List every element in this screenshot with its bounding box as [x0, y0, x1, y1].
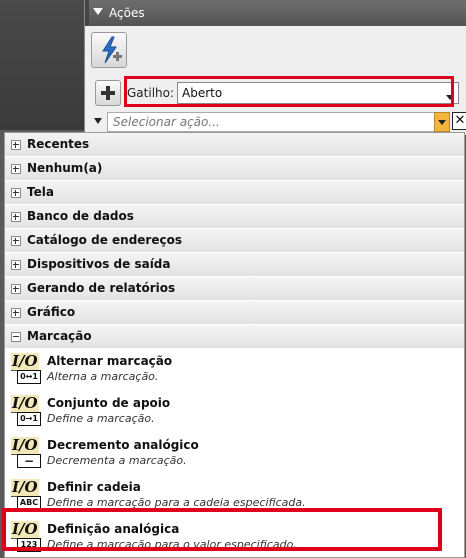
- item-desc: Alterna a marcação.: [47, 370, 159, 383]
- expand-plus-icon[interactable]: [11, 212, 21, 222]
- action-row: Selecionar ação... ✕: [89, 111, 466, 132]
- highlight-selected-item: [2, 508, 442, 551]
- category-label: Catálogo de endereços: [27, 233, 182, 247]
- category-label: Banco de dados: [27, 209, 134, 223]
- io-set-icon: I/O 0→1: [9, 395, 43, 426]
- lightning-plus-icon: [102, 36, 122, 64]
- action-dropdown-list: Recentes Nenhum(a) Tela Banco de dados C…: [4, 132, 465, 558]
- expand-plus-icon[interactable]: [11, 236, 21, 246]
- panel-title: Ações: [109, 6, 145, 20]
- left-background: [0, 0, 85, 130]
- category-relatorios[interactable]: Gerando de relatórios: [5, 277, 464, 301]
- expand-plus-icon[interactable]: [11, 164, 21, 174]
- collapse-minus-icon[interactable]: [11, 332, 21, 342]
- expand-plus-icon[interactable]: [11, 188, 21, 198]
- item-name: Decremento analógico: [47, 438, 199, 452]
- add-trigger-button[interactable]: [95, 80, 121, 106]
- highlight-trigger: [124, 76, 454, 107]
- collapse-arrow-icon[interactable]: [93, 8, 103, 15]
- expand-plus-icon[interactable]: [11, 140, 21, 150]
- category-label: Marcação: [27, 329, 92, 343]
- expand-plus-icon[interactable]: [11, 284, 21, 294]
- panel-header[interactable]: Ações: [85, 0, 466, 26]
- category-label: Tela: [27, 185, 54, 199]
- action-placeholder: Selecionar ação...: [113, 115, 220, 129]
- category-nenhum[interactable]: Nenhum(a): [5, 157, 464, 181]
- list-item-alternar-marcacao[interactable]: I/O 0↔1 Alternar marcação Alterna a marc…: [5, 351, 464, 393]
- panel-grip: [85, 0, 89, 26]
- add-action-wizard-button[interactable]: [91, 32, 127, 68]
- category-tela[interactable]: Tela: [5, 181, 464, 205]
- list-item-conjunto-apoio[interactable]: I/O 0→1 Conjunto de apoio Define a marca…: [5, 393, 464, 435]
- item-name: Alternar marcação: [47, 354, 173, 368]
- action-dropdown-button[interactable]: [434, 112, 450, 132]
- expand-plus-icon[interactable]: [11, 308, 21, 318]
- category-grafico[interactable]: Gráfico: [5, 301, 464, 325]
- close-icon[interactable]: ✕: [452, 112, 466, 130]
- io-toggle-icon: I/O 0↔1: [9, 353, 43, 384]
- action-select[interactable]: Selecionar ação...: [107, 112, 439, 132]
- expand-arrow-icon[interactable]: [94, 118, 102, 124]
- io-decrement-icon: I/O −: [9, 437, 43, 468]
- item-desc: Define a marcação.: [47, 412, 155, 425]
- category-banco-de-dados[interactable]: Banco de dados: [5, 205, 464, 229]
- category-label: Gerando de relatórios: [27, 281, 176, 295]
- category-marcacao[interactable]: Marcação: [5, 325, 464, 349]
- category-label: Recentes: [27, 137, 90, 151]
- category-dispositivos-saida[interactable]: Dispositivos de saída: [5, 253, 464, 277]
- category-recentes[interactable]: Recentes: [5, 133, 464, 157]
- category-catalogo-enderecos[interactable]: Catálogo de endereços: [5, 229, 464, 253]
- list-item-decremento-analogico[interactable]: I/O − Decremento analógico Decrementa a …: [5, 435, 464, 477]
- category-label: Gráfico: [27, 305, 76, 319]
- item-name: Definir cadeia: [47, 480, 141, 494]
- category-label: Dispositivos de saída: [27, 257, 171, 271]
- io-string-icon: I/O ABC: [9, 479, 43, 510]
- expand-plus-icon[interactable]: [11, 260, 21, 270]
- item-name: Conjunto de apoio: [47, 396, 171, 410]
- category-label: Nenhum(a): [27, 161, 103, 175]
- item-desc: Decrementa a marcação.: [47, 454, 187, 467]
